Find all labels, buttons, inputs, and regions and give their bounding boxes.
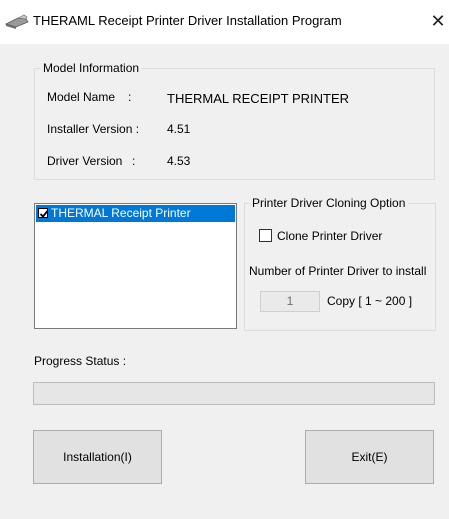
progress-bar	[33, 382, 435, 405]
printer-listbox[interactable]: THERMAL Receipt Printer	[34, 203, 237, 329]
printer-driver-icon	[4, 14, 30, 30]
driver-version-colon: :	[132, 154, 136, 168]
window-title: THERAML Receipt Printer Driver Installat…	[33, 13, 342, 28]
installer-version-label: Installer Version :	[47, 122, 140, 136]
driver-version-label: Driver Version	[47, 154, 123, 168]
installer-window: THERAML Receipt Printer Driver Installat…	[0, 0, 449, 519]
model-name-colon: :	[128, 90, 132, 104]
cloning-option-group-title: Printer Driver Cloning Option	[249, 196, 409, 210]
model-name-value: THERMAL RECEIPT PRINTER	[167, 91, 350, 106]
title-bar[interactable]: THERAML Receipt Printer Driver Installat…	[0, 0, 449, 44]
exit-button[interactable]: Exit(E)	[305, 430, 434, 484]
clone-driver-label[interactable]: Clone Printer Driver	[277, 229, 382, 243]
model-name-label: Model Name	[47, 90, 116, 104]
checkmark-icon[interactable]	[38, 208, 49, 218]
driver-version-value: 4.53	[167, 154, 191, 168]
list-item[interactable]: THERMAL Receipt Printer	[36, 205, 235, 222]
clone-driver-checkbox[interactable]	[259, 229, 272, 242]
copy-range-label: Copy [ 1 ~ 200 ]	[327, 294, 413, 308]
installer-version-value: 4.51	[167, 122, 191, 136]
progress-status-label: Progress Status :	[34, 354, 127, 368]
close-icon[interactable]: ✕	[428, 10, 448, 32]
model-info-group-title: Model Information	[40, 61, 143, 75]
driver-count-label: Number of Printer Driver to install	[249, 264, 427, 278]
installation-button[interactable]: Installation(I)	[33, 430, 162, 484]
copy-count-input[interactable]: 1	[260, 291, 320, 312]
list-item-label: THERMAL Receipt Printer	[51, 206, 191, 220]
